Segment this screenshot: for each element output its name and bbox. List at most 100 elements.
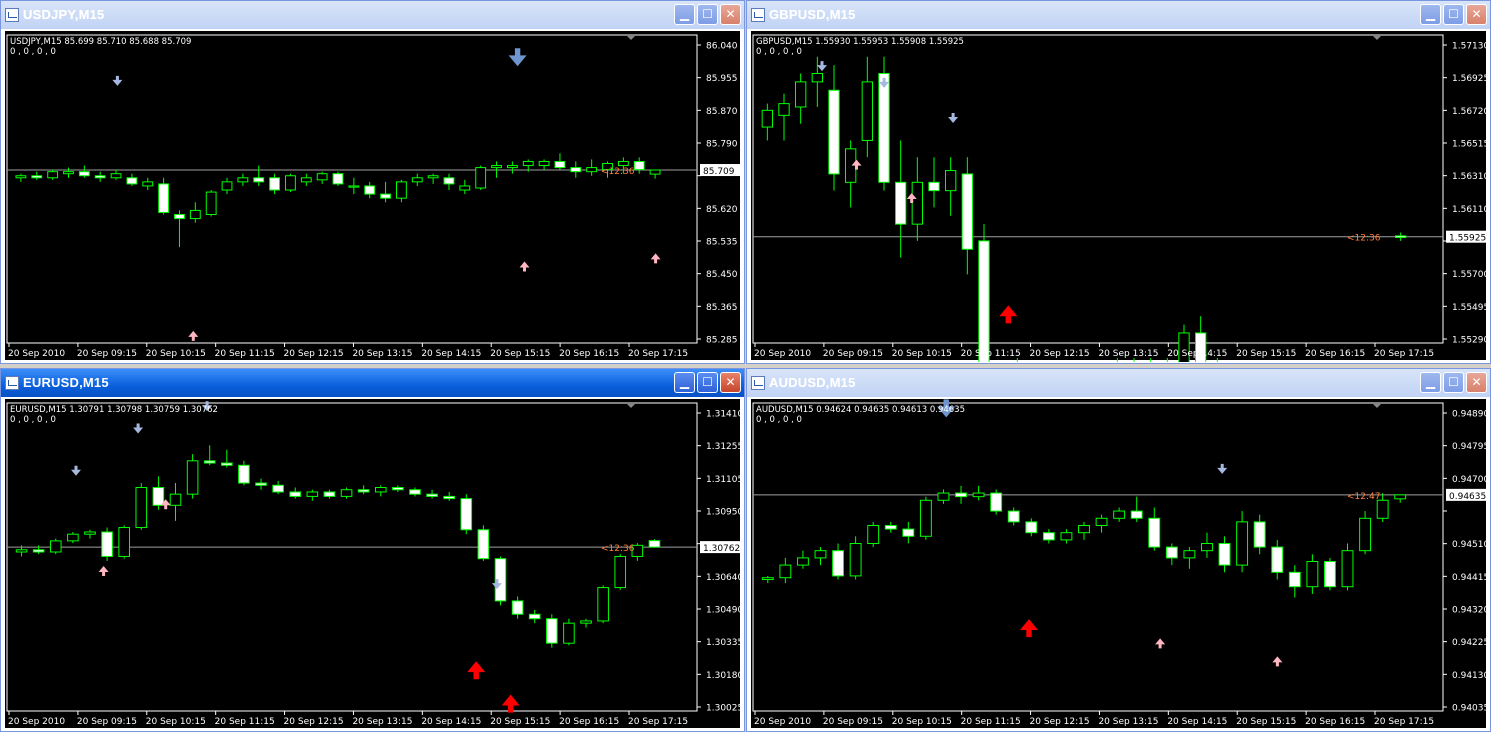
price-label: 1.31105 <box>706 475 742 485</box>
candle-body <box>269 177 281 191</box>
candle-body <box>253 177 265 183</box>
candle-body <box>491 165 502 169</box>
candle-body <box>614 555 627 589</box>
price-label: 85.285 <box>706 336 738 346</box>
candle-body <box>554 160 566 169</box>
candle-body <box>427 175 439 179</box>
candle-body <box>374 487 387 493</box>
price-label: 1.56310 <box>1452 172 1488 182</box>
candle-body <box>32 549 45 553</box>
buy-arrow <box>519 261 530 272</box>
candle-body <box>570 167 582 173</box>
window-eurusd[interactable]: EURUSD,M15 ▁ ☐ ✕ 1.31410 1.31255 1.31105 1.… <box>0 368 745 732</box>
candle-body <box>1095 517 1108 526</box>
price-label: 85.365 <box>706 303 738 313</box>
candle-body <box>546 618 558 644</box>
time-label: 20 Sep 15:15 <box>490 349 550 359</box>
price-chart[interactable]: 86.040 85.955 85.870 85.790 85.709 85.620 85.5… <box>5 31 742 362</box>
candle-body <box>174 213 185 220</box>
price-label: 1.30180 <box>706 671 742 681</box>
time-label: 20 Sep 17:15 <box>628 349 688 359</box>
symbol-info: EURUSD,M15 1.30791 1.30798 1.30759 1.307… <box>10 405 218 415</box>
chart-canvas[interactable]: 0.94890 0.94795 0.94700 0.94635 0.94510 0.944… <box>751 399 1488 730</box>
time-label: 20 Sep 14:15 <box>1167 717 1227 727</box>
minimize-button[interactable]: ▁ <box>1420 4 1441 25</box>
minimize-button[interactable]: ▁ <box>674 4 695 25</box>
close-button[interactable]: ✕ <box>1466 4 1487 25</box>
title-bar[interactable]: AUDUSD,M15 ▁ ☐ ✕ <box>747 369 1490 397</box>
candle-body <box>392 487 404 491</box>
time-label: 20 Sep 13:15 <box>1098 717 1158 727</box>
candle-body <box>15 549 28 553</box>
title-bar[interactable]: EURUSD,M15 ▁ ☐ ✕ <box>1 369 744 397</box>
close-button[interactable]: ✕ <box>720 372 741 393</box>
candle-body <box>978 240 990 362</box>
candle-body <box>586 167 598 173</box>
price-label: 1.31255 <box>706 442 742 452</box>
candle-body <box>1078 524 1090 534</box>
window-usdjpy[interactable]: USDJPY,M15 ▁ ☐ ✕ 86.040 85.955 85.870 85.79… <box>0 0 745 364</box>
maximize-button[interactable]: ☐ <box>1443 4 1464 25</box>
candle-timer: <12:36 <box>601 544 635 554</box>
candle-body <box>538 160 550 167</box>
candle-body <box>580 620 592 624</box>
candle-body <box>919 499 932 537</box>
candle-body <box>459 185 471 191</box>
maximize-button[interactable]: ☐ <box>697 372 718 393</box>
candle-body <box>323 491 336 497</box>
shift-marker <box>1373 404 1381 408</box>
shift-marker <box>627 36 635 40</box>
price-label: 1.56110 <box>1452 205 1488 215</box>
close-button[interactable]: ✕ <box>720 4 741 25</box>
time-label: 20 Sep 11:15 <box>215 349 275 359</box>
price-label: 1.55700 <box>1452 270 1488 280</box>
indicator-info: 0 , 0 , 0 , 0 <box>756 415 802 425</box>
chart-canvas[interactable]: 1.31410 1.31255 1.31105 1.30950 1.30762 1.306… <box>5 399 742 730</box>
sell-arrow <box>133 423 144 434</box>
candle-body <box>828 89 840 175</box>
chart-canvas[interactable]: 1.57130 1.56925 1.56720 1.56515 1.56310 1.561… <box>751 31 1488 362</box>
candle-body <box>255 482 267 486</box>
title-bar[interactable]: GBPUSD,M15 ▁ ☐ ✕ <box>747 1 1490 29</box>
candle-body <box>990 492 1003 512</box>
candle-body <box>902 528 915 537</box>
candle-body <box>528 613 541 620</box>
candle-body <box>955 492 967 498</box>
candle-body <box>597 587 609 622</box>
buy-arrow <box>467 661 486 680</box>
candle-body <box>1253 521 1266 548</box>
candle-body <box>1376 499 1389 519</box>
candle-body <box>237 177 249 183</box>
candle-body <box>506 165 518 169</box>
candle-body <box>332 173 344 185</box>
price-chart[interactable]: 0.94890 0.94795 0.94700 0.94635 0.94510 0.944… <box>751 399 1488 730</box>
candle-body <box>285 175 296 191</box>
window-audusd[interactable]: AUDUSD,M15 ▁ ☐ ✕ 0.94890 0.94795 0.94700 0.… <box>746 368 1491 732</box>
time-label: 20 Sep 14:15 <box>421 349 481 359</box>
minimize-button[interactable]: ▁ <box>1420 372 1441 393</box>
candle-body <box>811 73 824 83</box>
candle-body <box>203 460 216 464</box>
buy-arrow <box>1020 619 1038 638</box>
maximize-button[interactable]: ☐ <box>697 4 718 25</box>
title-bar[interactable]: USDJPY,M15 ▁ ☐ ✕ <box>1 1 744 29</box>
time-label: 20 Sep 09:15 <box>77 349 137 359</box>
candle-body <box>135 487 148 529</box>
minimize-button[interactable]: ▁ <box>674 372 695 393</box>
candle-body <box>221 462 233 466</box>
time-label: 20 Sep 12:15 <box>284 349 344 359</box>
window-title: EURUSD,M15 <box>23 375 109 390</box>
buy-arrow <box>999 305 1018 324</box>
candle-body <box>364 185 376 195</box>
price-label: 1.55290 <box>1452 336 1488 346</box>
time-label: 20 Sep 13:15 <box>352 349 412 359</box>
chart-window-icon <box>751 8 765 22</box>
plot-frame <box>6 34 698 344</box>
chart-canvas[interactable]: 86.040 85.955 85.870 85.790 85.709 85.620 85.5… <box>5 31 742 362</box>
window-gbpusd[interactable]: GBPUSD,M15 ▁ ☐ ✕ 1.57130 1.56925 1.56720 1.… <box>746 0 1491 364</box>
close-button[interactable]: ✕ <box>1466 372 1487 393</box>
price-chart[interactable]: 1.57130 1.56925 1.56720 1.56515 1.56310 1.561… <box>751 31 1488 362</box>
maximize-button[interactable]: ☐ <box>1443 372 1464 393</box>
candle-body <box>411 177 423 183</box>
price-chart[interactable]: 1.31410 1.31255 1.31105 1.30950 1.30762 1.306… <box>5 399 742 730</box>
